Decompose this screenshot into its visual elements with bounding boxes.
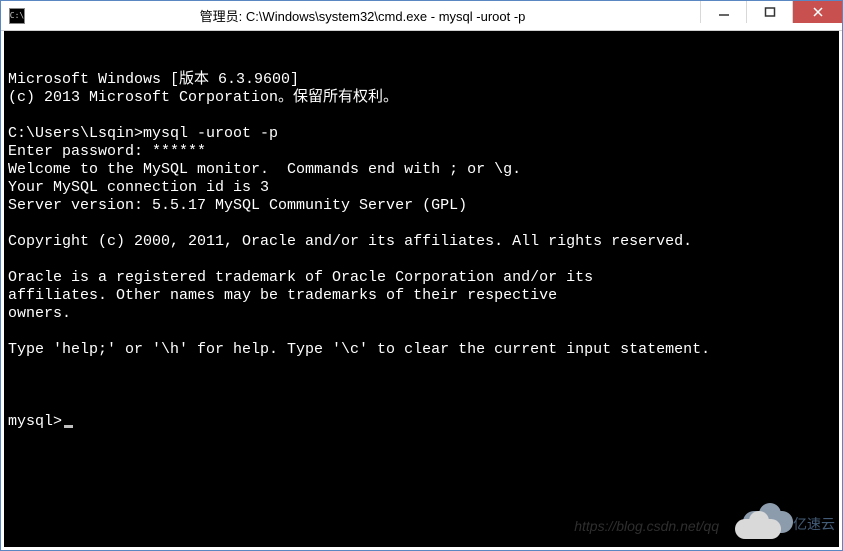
terminal-line: Microsoft Windows [版本 6.3.9600] xyxy=(8,71,837,89)
watermark-url: https://blog.csdn.net/qq xyxy=(574,517,719,535)
terminal-line: owners. xyxy=(8,305,837,323)
terminal-output[interactable]: Microsoft Windows [版本 6.3.9600](c) 2013 … xyxy=(1,31,842,550)
terminal-line: Copyright (c) 2000, 2011, Oracle and/or … xyxy=(8,233,837,251)
close-button[interactable] xyxy=(792,1,842,23)
titlebar[interactable]: C:\ 管理员: C:\Windows\system32\cmd.exe - m… xyxy=(1,1,842,31)
cursor xyxy=(64,425,73,428)
terminal-line xyxy=(8,359,837,377)
terminal-line: Oracle is a registered trademark of Orac… xyxy=(8,269,837,287)
prompt-line: mysql> xyxy=(8,413,837,431)
terminal-line xyxy=(8,251,837,269)
cloud-icon xyxy=(735,509,789,539)
terminal-line: Welcome to the MySQL monitor. Commands e… xyxy=(8,161,837,179)
minimize-icon xyxy=(718,6,730,18)
watermark-logo: 亿速云 xyxy=(735,507,831,541)
terminal-line: C:\Users\Lsqin>mysql -uroot -p xyxy=(8,125,837,143)
terminal-line: Type 'help;' or '\h' for help. Type '\c'… xyxy=(8,341,837,359)
terminal-line: Your MySQL connection id is 3 xyxy=(8,179,837,197)
mysql-prompt: mysql> xyxy=(8,413,62,430)
window-controls xyxy=(700,1,842,30)
window-title: 管理员: C:\Windows\system32\cmd.exe - mysql… xyxy=(25,6,700,25)
terminal-line xyxy=(8,107,837,125)
terminal-line: Server version: 5.5.17 MySQL Community S… xyxy=(8,197,837,215)
cmd-icon[interactable]: C:\ xyxy=(9,8,25,24)
terminal-line: Enter password: ****** xyxy=(8,143,837,161)
terminal-line xyxy=(8,215,837,233)
terminal-line: (c) 2013 Microsoft Corporation。保留所有权利。 xyxy=(8,89,837,107)
maximize-button[interactable] xyxy=(746,1,792,23)
maximize-icon xyxy=(764,6,776,18)
minimize-button[interactable] xyxy=(700,1,746,23)
close-icon xyxy=(812,6,824,18)
cmd-window: C:\ 管理员: C:\Windows\system32\cmd.exe - m… xyxy=(0,0,843,551)
terminal-line xyxy=(8,323,837,341)
terminal-line: affiliates. Other names may be trademark… xyxy=(8,287,837,305)
